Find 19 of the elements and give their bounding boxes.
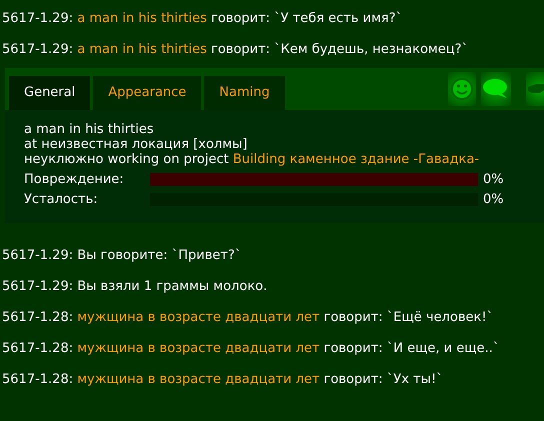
stat-label: Усталость: — [24, 190, 99, 209]
stat-percent: 0% — [483, 190, 504, 209]
info-line: a man in his thirties — [24, 122, 155, 137]
chat-message: 5617-1.29: a man in his thirties говорит: `У тебя есть имя?` — [2, 10, 404, 28]
tab[interactable]: Appearance — [93, 76, 202, 110]
chat-message: 5617-1.29: Вы взяли 1 граммы молоко. — [2, 278, 268, 296]
chat-message: 5617-1.28: мужщина в возрасте двадцати лет говорит: `Ух ты!` — [2, 371, 444, 389]
chat-message: 5617-1.29: Вы говорите: `Привет?` — [2, 247, 242, 265]
tab[interactable]: Naming — [204, 76, 285, 110]
chat-message: 5617-1.29: a man in his thirties говорит: `Кем будешь, незнакомец?` — [2, 41, 470, 59]
tab[interactable]: General — [9, 76, 90, 110]
activity-line: неуклюжно working on project Building каменное здание -Гавадка- — [24, 152, 480, 167]
chat-message: 5617-1.28: мужщина в возрасте двадцати лет говорит: `И еще, и еще..` — [2, 340, 500, 358]
stat-label: Повреждение: — [24, 170, 125, 189]
speech-bubble-icon[interactable] — [481, 72, 511, 106]
smiley-icon[interactable] — [448, 72, 476, 106]
info-line: at неизвестная локация [холмы] — [24, 137, 248, 152]
stat-percent: 0% — [483, 170, 504, 189]
chat-message: 5617-1.28: мужщина в возрасте двадцати лет говорит: `Ещё человек!` — [2, 309, 494, 327]
